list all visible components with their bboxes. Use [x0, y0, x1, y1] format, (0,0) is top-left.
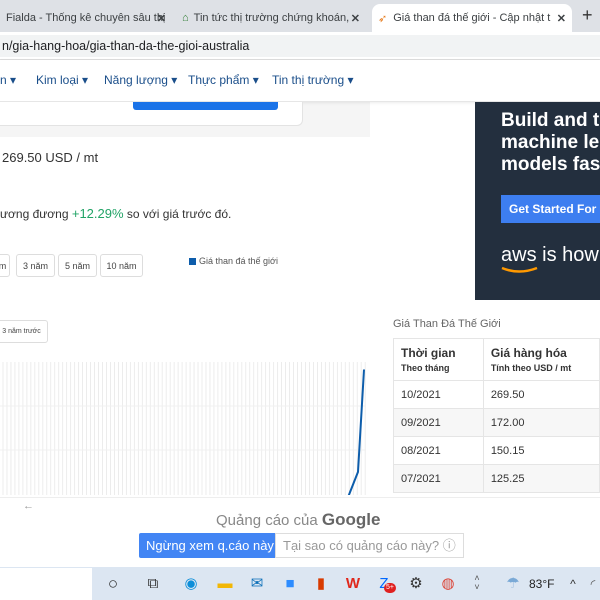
zalo-icon[interactable]: Z 5+: [374, 574, 396, 594]
series-line: [347, 369, 365, 495]
settings-icon[interactable]: ⚙: [406, 574, 426, 594]
close-icon[interactable]: ✕: [157, 12, 166, 25]
table-title: Giá Than Đá Thế Giới: [393, 318, 501, 330]
zoom-icon[interactable]: ■: [280, 574, 300, 594]
price-chart: [0, 362, 366, 495]
table-row: 10/2021 269.50: [393, 380, 600, 409]
chrome-icon[interactable]: ◍: [438, 574, 458, 594]
wifi-icon[interactable]: ◜: [583, 574, 600, 594]
office-icon[interactable]: ▮: [311, 574, 331, 594]
mail-icon[interactable]: ✉: [247, 574, 267, 594]
address-bar: n/gia-hang-hoa/gia-than-da-the-gioi-aust…: [0, 32, 600, 60]
range-10-years[interactable]: 10 năm: [100, 254, 143, 277]
notification-badge: 5+: [384, 583, 396, 593]
site-icon: ➶: [378, 12, 388, 25]
range-5-years[interactable]: 5 năm: [58, 254, 97, 277]
compare-3-years-ago[interactable]: 3 năm trước: [0, 320, 48, 343]
legend-swatch: [189, 257, 196, 265]
wps-icon[interactable]: W: [343, 574, 363, 594]
weather-icon: ☂: [506, 575, 520, 592]
range-3-years[interactable]: 3 năm: [16, 254, 55, 277]
cortana-icon[interactable]: ○: [103, 574, 123, 594]
card-button[interactable]: [133, 102, 278, 110]
url-input[interactable]: n/gia-hang-hoa/gia-than-da-the-gioi-aust…: [0, 35, 600, 57]
main-nav: n ▾ Kim loại ▾ Năng lượng ▾ Thực phẩm ▾ …: [0, 60, 600, 102]
tab-bar: Fialda - Thống kê chuyên sâu thị ✕ ⌂ Tin t…: [0, 0, 600, 32]
tab-tin-tuc[interactable]: ⌂ Tin tức thị trường chứng khoán, ✕: [176, 4, 366, 32]
price-table: Thời gian Theo tháng Giá hàng hóa Tính the…: [393, 338, 600, 493]
close-icon[interactable]: ✕: [351, 12, 360, 25]
new-tab-button[interactable]: +: [582, 5, 593, 26]
chart-legend: Giá than đá thế giới: [189, 256, 278, 266]
edge-icon[interactable]: ◉: [181, 574, 201, 594]
stop-ad-button[interactable]: Ngừng xem q.cáo này: [139, 533, 281, 558]
close-icon[interactable]: ✕: [557, 12, 566, 25]
back-arrow-icon[interactable]: ←: [23, 500, 34, 512]
google-ad-title: Quảng cáo của Google: [216, 510, 381, 529]
file-explorer-icon[interactable]: ▬: [215, 574, 235, 594]
header-time: Thời gian Theo tháng: [393, 338, 484, 381]
nav-tin-thi-truong[interactable]: Tin thị trường ▾: [272, 73, 354, 87]
table-row: 08/2021 150.15: [393, 436, 600, 465]
table-row: 07/2021 125.25: [393, 464, 600, 493]
task-view-icon[interactable]: ⧉: [143, 574, 163, 594]
nav-nang-luong[interactable]: Năng lượng ▾: [104, 73, 177, 87]
header-price: Giá hàng hóa Tính theo USD / mt: [482, 338, 600, 381]
tab-fialda[interactable]: Fialda - Thống kê chuyên sâu thị ✕: [0, 4, 172, 32]
show-hidden-icons[interactable]: ^: [563, 574, 583, 594]
get-started-button[interactable]: Get Started For F: [501, 195, 600, 223]
weather-temp[interactable]: 83°F: [529, 577, 554, 591]
table-row: 09/2021 172.00: [393, 408, 600, 437]
aws-logo: aws is how: [501, 244, 599, 273]
current-price: 269.50 USD / mt: [2, 150, 99, 165]
change-percent: +12.29%: [71, 206, 124, 221]
site-icon: ⌂: [182, 12, 189, 24]
nav-item[interactable]: n ▾: [0, 73, 16, 87]
price-change: ương đương +12.29% so với giá trước đó.: [0, 206, 232, 221]
nav-kim-loai[interactable]: Kim loại ▾: [36, 73, 88, 87]
why-ad-button[interactable]: Tại sao có quảng cáo này? ⓘ: [275, 533, 464, 558]
nav-thuc-pham[interactable]: Thực phẩm ▾: [188, 73, 259, 87]
amazon-smile-icon: [501, 266, 538, 273]
overflow-chevron-icon[interactable]: ˄ ˅: [467, 574, 487, 594]
tab-gia-than[interactable]: ➶ Giá than đá thế giới - Cập nhật t ✕: [372, 4, 572, 32]
taskbar-search[interactable]: [0, 568, 92, 600]
range-button[interactable]: m: [0, 254, 10, 277]
aws-ad[interactable]: Build and t machine le models fas Get Star…: [475, 102, 600, 300]
